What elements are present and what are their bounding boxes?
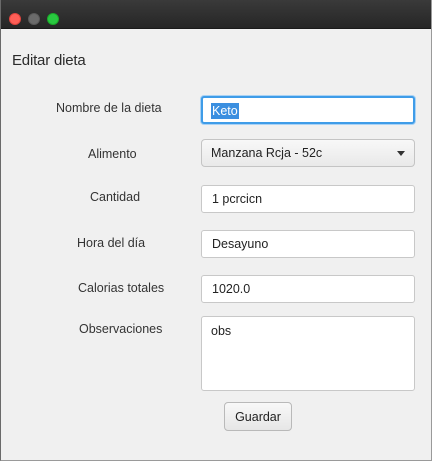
title-bar[interactable] [1, 0, 431, 29]
food-select-value: Manzana Rcja - 52c [211, 146, 323, 160]
food-label: Alimento [88, 147, 137, 161]
form-title: Editar dieta [12, 52, 86, 69]
minimize-window-button[interactable] [28, 13, 40, 25]
chevron-down-icon [397, 151, 405, 156]
total-calories-input[interactable] [201, 275, 415, 303]
edit-diet-window: Editar dieta Nombre de la dieta Keto Ali… [0, 0, 432, 461]
quantity-label: Cantidad [90, 190, 141, 204]
maximize-window-button[interactable] [47, 13, 59, 25]
diet-name-input[interactable]: Keto [201, 96, 415, 124]
quantity-input[interactable] [201, 185, 415, 213]
observations-label: Observaciones [79, 322, 163, 336]
diet-name-selected-text: Keto [211, 103, 239, 119]
total-calories-label: Calorias totales [78, 281, 165, 295]
save-button[interactable]: Guardar [224, 402, 292, 431]
close-window-button[interactable] [9, 13, 21, 25]
diet-name-label: Nombre de la dieta [56, 101, 162, 115]
observations-textarea[interactable]: obs [201, 316, 415, 391]
time-of-day-label: Hora del día [77, 236, 146, 250]
food-select[interactable]: Manzana Rcja - 52c [201, 139, 415, 167]
time-of-day-input[interactable] [201, 230, 415, 258]
